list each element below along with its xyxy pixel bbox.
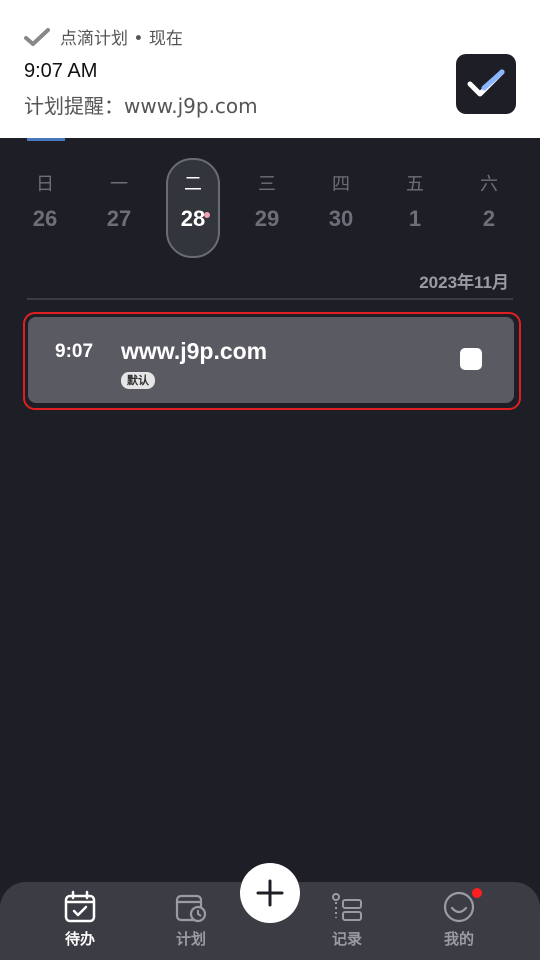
notification-header: 点滴计划 • 现在: [24, 24, 183, 49]
nav-label: 我的: [443, 930, 474, 948]
nav-records[interactable]: 记录: [307, 890, 387, 956]
weekday-label: 二: [184, 174, 202, 195]
day-friday[interactable]: 五 1: [378, 158, 452, 258]
weekday-label: 日: [36, 174, 54, 195]
calendar-clock-icon: [175, 894, 207, 923]
date-label: 1: [408, 206, 422, 231]
check-pen-icon: [467, 69, 505, 97]
date-label: 27: [106, 206, 132, 231]
task-time: 9:07: [55, 341, 94, 362]
nav-label: 计划: [175, 930, 206, 948]
day-monday[interactable]: 一 27: [82, 158, 156, 258]
divider: [27, 298, 513, 300]
weekday-label: 六: [480, 174, 498, 195]
plus-icon: [256, 879, 284, 907]
task-tag: 默认: [121, 372, 155, 389]
date-label: 26: [32, 206, 58, 231]
notification-banner[interactable]: 点滴计划 • 现在 9:07 AM 计划提醒：www.j9p.com: [0, 0, 540, 138]
day-sunday[interactable]: 日 26: [8, 158, 82, 258]
date-label: 30: [328, 206, 354, 231]
smile-icon: [443, 891, 475, 923]
task-title: www.j9p.com: [121, 338, 268, 364]
nav-plan[interactable]: 计划: [151, 890, 231, 956]
calendar-check-icon: [64, 890, 96, 923]
event-dot: [204, 212, 210, 218]
weekday-label: 一: [110, 174, 128, 195]
weekday-label: 三: [258, 174, 276, 195]
nav-todo[interactable]: 待办: [40, 890, 120, 956]
app-icon: [456, 54, 516, 114]
day-thursday[interactable]: 四 30: [304, 158, 378, 258]
date-label: 2: [482, 206, 496, 231]
weekday-label: 五: [406, 174, 424, 195]
notification-badge: [472, 888, 482, 898]
day-saturday[interactable]: 六 2: [452, 158, 526, 258]
nav-mine[interactable]: 我的: [419, 890, 499, 956]
list-icon: [332, 893, 362, 921]
weekday-label: 四: [332, 174, 350, 195]
notification-body: 计划提醒：www.j9p.com: [24, 94, 258, 118]
date-label: 29: [254, 206, 280, 231]
date-label: 28: [180, 206, 206, 231]
task-card[interactable]: 9:07 www.j9p.com 默认: [28, 317, 514, 403]
month-label: 2023年11月: [419, 273, 509, 292]
day-tuesday-selected[interactable]: 二 28: [156, 158, 230, 258]
nav-label: 待办: [64, 930, 95, 948]
task-checkbox[interactable]: [460, 348, 482, 370]
notification-time: 9:07 AM: [24, 60, 98, 82]
add-button[interactable]: [240, 863, 300, 923]
day-wednesday[interactable]: 三 29: [230, 158, 304, 258]
notification-app-name: 点滴计划 • 现在: [60, 29, 183, 49]
week-strip: 日 26 一 27 二 28 三 29 四 30 五 1 六 2: [8, 158, 532, 258]
checkmark-icon: [24, 27, 50, 46]
tab-indicator: [27, 138, 65, 141]
nav-label: 记录: [331, 930, 362, 948]
